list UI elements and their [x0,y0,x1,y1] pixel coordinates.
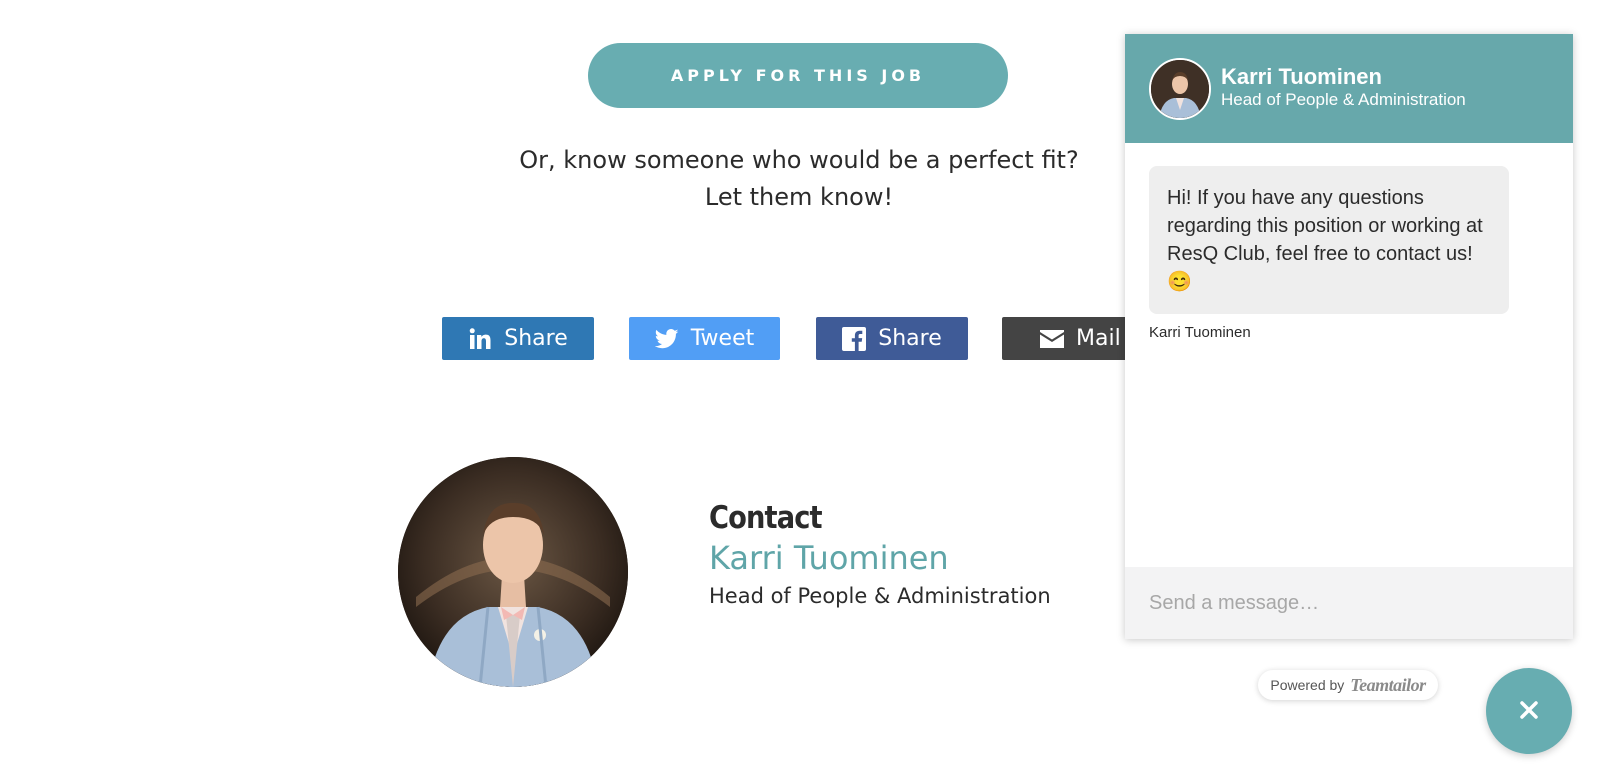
chat-input-area [1125,567,1573,639]
contact-heading: Contact [709,500,823,536]
chat-messages: Hi! If you have any questions regarding … [1125,143,1573,601]
contact-photo [398,457,628,687]
mail-share-label: Mail [1076,326,1121,351]
teamtailor-logo: Teamtailor [1350,674,1426,695]
powered-by-badge[interactable]: Powered by Teamtailor [1258,670,1438,700]
chat-message-sender: Karri Tuominen [1149,324,1251,341]
linkedin-share-button[interactable]: Share [442,317,594,360]
mail-share-button[interactable]: Mail [1002,317,1142,360]
chat-header-title: Head of People & Administration [1221,90,1466,109]
apply-for-job-button[interactable]: APPLY FOR THIS JOB [588,43,1008,108]
refer-line-1: Or, know someone who would be a perfect … [519,146,1079,174]
chat-header: Karri Tuominen Head of People & Administ… [1125,34,1573,143]
close-icon [1520,700,1538,722]
linkedin-icon [468,327,492,351]
job-page: APPLY FOR THIS JOB Or, know someone who … [0,0,1600,781]
contact-name: Karri Tuominen [709,539,949,577]
mail-icon [1040,329,1064,348]
contact-role: Head of People & Administration [709,584,1051,608]
chat-message-input[interactable] [1149,581,1549,625]
facebook-share-label: Share [878,326,942,351]
chat-panel: Karri Tuominen Head of People & Administ… [1125,34,1573,639]
refer-line-2: Let them know! [704,183,894,211]
chat-close-button[interactable] [1486,668,1572,754]
chat-avatar [1149,58,1211,120]
chat-header-name: Karri Tuominen [1221,64,1382,89]
facebook-icon [842,326,867,351]
chat-message-bubble: Hi! If you have any questions regarding … [1149,166,1509,314]
twitter-tweet-label: Tweet [690,326,755,351]
refer-text: Or, know someone who would be a perfect … [400,142,1198,216]
twitter-icon [654,328,679,349]
powered-by-label: Powered by [1270,677,1345,693]
facebook-share-button[interactable]: Share [816,317,968,360]
linkedin-share-label: Share [504,326,568,351]
twitter-tweet-button[interactable]: Tweet [629,317,780,360]
